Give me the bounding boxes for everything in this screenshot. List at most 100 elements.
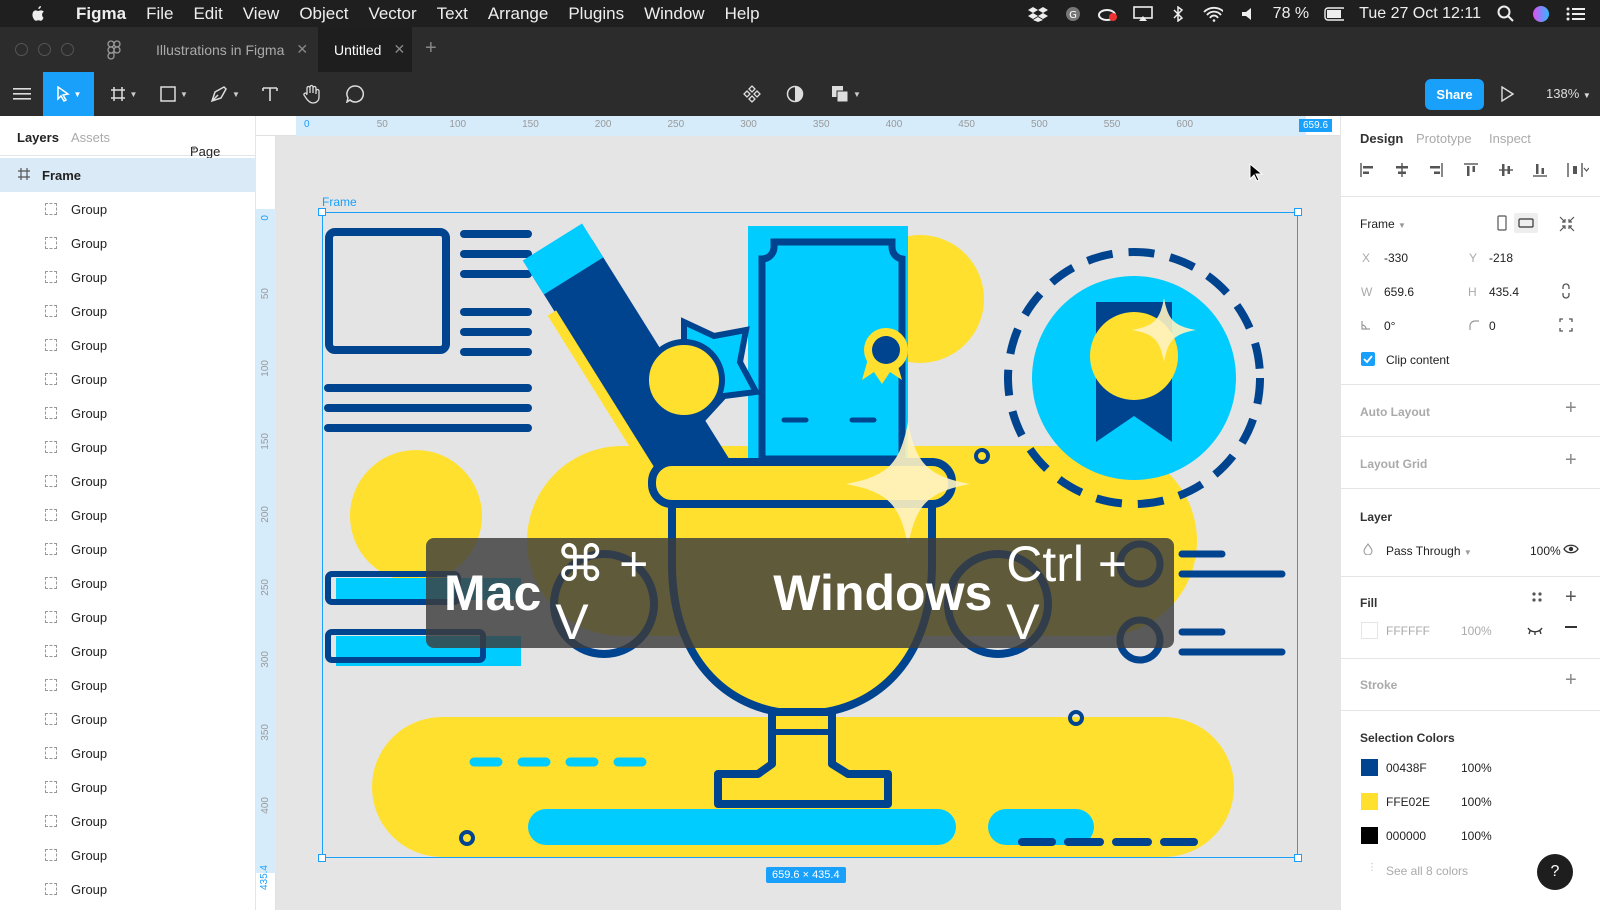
tab-inspect[interactable]: Inspect (1489, 131, 1531, 146)
layer-opacity-input[interactable]: 100% (1530, 544, 1561, 558)
layer-group[interactable]: Group (0, 634, 256, 668)
remove-fill-minus-icon[interactable] (1565, 626, 1577, 628)
portrait-icon[interactable] (1496, 215, 1508, 234)
tab-untitled[interactable]: Untitled ✕ (318, 27, 412, 72)
layer-group[interactable]: Group (0, 226, 256, 260)
corner-radius-input[interactable]: 0 (1489, 319, 1496, 333)
menu-plugins[interactable]: Plugins (558, 4, 634, 24)
layer-group[interactable]: Group (0, 260, 256, 294)
notification-center-icon[interactable] (1566, 6, 1586, 22)
spotlight-search-icon[interactable] (1496, 5, 1516, 22)
frame-type-dropdown[interactable]: Frame ▼ (1360, 217, 1406, 231)
zoom-dropdown[interactable]: 138% ▼ (1546, 86, 1591, 101)
menu-vector[interactable]: Vector (358, 4, 426, 24)
shape-tool[interactable]: ▼ (155, 72, 193, 116)
eye-visibility-icon[interactable] (1563, 542, 1579, 559)
selection-color-hex[interactable]: FFE02E (1386, 795, 1430, 809)
see-all-colors-link[interactable]: See all 8 colors (1386, 864, 1468, 878)
layer-group[interactable]: Group (0, 736, 256, 770)
close-icon[interactable]: ✕ (393, 41, 405, 58)
layer-group[interactable]: Group (0, 872, 256, 906)
layer-group[interactable]: Group (0, 838, 256, 872)
width-input[interactable]: 659.6 (1384, 285, 1414, 299)
bluetooth-icon[interactable] (1168, 5, 1188, 22)
menu-arrange[interactable]: Arrange (478, 4, 558, 24)
layer-group[interactable]: Group (0, 702, 256, 736)
fill-hex[interactable]: FFFFFF (1386, 624, 1430, 638)
airplay-icon[interactable] (1132, 5, 1153, 22)
layer-frame[interactable]: Frame (0, 158, 256, 192)
selection-color-swatch[interactable] (1361, 827, 1378, 844)
pen-tool[interactable]: ▼ (205, 72, 245, 116)
close-icon[interactable]: ✕ (296, 41, 308, 58)
apple-icon[interactable] (24, 5, 52, 23)
menu-app-figma[interactable]: Figma (66, 4, 136, 24)
resize-handle-bottom-right[interactable] (1294, 854, 1302, 862)
layer-group[interactable]: Group (0, 362, 256, 396)
new-tab-plus-icon[interactable]: + (425, 37, 437, 60)
battery-icon[interactable] (1324, 6, 1345, 22)
tab-layers[interactable]: Layers (17, 130, 59, 145)
selection-color-hex[interactable]: 00438F (1386, 761, 1427, 775)
hand-tool[interactable] (299, 72, 325, 116)
resize-to-fit-icon[interactable] (1559, 216, 1575, 235)
move-tool[interactable]: ▼ (43, 72, 94, 116)
menu-object[interactable]: Object (289, 4, 358, 24)
text-tool[interactable] (258, 72, 282, 116)
align-horizontal-center-icon[interactable] (1394, 162, 1410, 182)
layer-group[interactable]: Group (0, 464, 256, 498)
add-auto-layout-plus-icon[interactable]: + (1565, 397, 1577, 420)
resize-handle-bottom-left[interactable] (318, 854, 326, 862)
main-menu-icon[interactable] (9, 72, 35, 116)
distribute-icon[interactable] (1567, 162, 1590, 182)
share-button[interactable]: Share (1425, 79, 1484, 110)
height-input[interactable]: 435.4 (1489, 285, 1519, 299)
layer-group[interactable]: Group (0, 294, 256, 328)
landscape-icon[interactable] (1514, 213, 1538, 233)
eye-hidden-icon[interactable] (1527, 624, 1543, 639)
present-play-icon[interactable] (1497, 72, 1517, 116)
clock[interactable]: Tue 27 Oct 12:11 (1359, 5, 1481, 23)
align-right-icon[interactable] (1428, 162, 1444, 182)
layer-group[interactable]: Group (0, 396, 256, 430)
align-bottom-icon[interactable] (1532, 162, 1548, 182)
x-input[interactable]: -330 (1384, 251, 1408, 265)
y-input[interactable]: -218 (1489, 251, 1513, 265)
menu-help[interactable]: Help (715, 4, 770, 24)
tab-prototype[interactable]: Prototype (1416, 131, 1472, 146)
selection-color-opacity[interactable]: 100% (1461, 795, 1492, 809)
volume-icon[interactable] (1238, 6, 1258, 22)
layer-group[interactable]: Group (0, 566, 256, 600)
resize-handle-top-left[interactable] (318, 208, 326, 216)
creative-cloud-icon[interactable] (1097, 6, 1118, 22)
selection-color-swatch[interactable] (1361, 793, 1378, 810)
layer-group[interactable]: Group (0, 498, 256, 532)
align-top-icon[interactable] (1463, 162, 1479, 182)
layer-group[interactable]: Group (0, 430, 256, 464)
add-stroke-plus-icon[interactable]: + (1565, 669, 1577, 692)
fill-swatch[interactable] (1361, 622, 1378, 639)
clip-content-checkbox[interactable] (1361, 352, 1375, 366)
rotation-input[interactable]: 0° (1384, 319, 1395, 333)
layer-group[interactable]: Group (0, 192, 256, 226)
add-fill-plus-icon[interactable]: + (1565, 586, 1577, 609)
align-vertical-center-icon[interactable] (1498, 162, 1514, 182)
mask-icon[interactable] (783, 72, 807, 116)
layer-group[interactable]: Group (0, 770, 256, 804)
layer-group[interactable]: Group (0, 668, 256, 702)
canvas[interactable]: 0 50 100 150 200 250 300 350 400 450 500 550 600 659… (256, 116, 1340, 910)
layer-group[interactable]: Group (0, 600, 256, 634)
siri-icon[interactable] (1531, 5, 1551, 22)
help-button[interactable]: ? (1537, 854, 1573, 890)
selection-color-swatch[interactable] (1361, 759, 1378, 776)
independent-corners-icon[interactable] (1559, 318, 1573, 335)
fill-opacity[interactable]: 100% (1461, 624, 1492, 638)
window-minimize-button[interactable] (38, 43, 51, 56)
menu-window[interactable]: Window (634, 4, 714, 24)
layer-group[interactable]: Group (0, 804, 256, 838)
layer-group[interactable]: Group (0, 328, 256, 362)
blend-mode-dropdown[interactable]: Pass Through ▼ (1386, 544, 1472, 558)
create-component-icon[interactable] (740, 72, 764, 116)
menu-view[interactable]: View (233, 4, 290, 24)
constrain-proportions-icon[interactable] (1560, 283, 1572, 302)
